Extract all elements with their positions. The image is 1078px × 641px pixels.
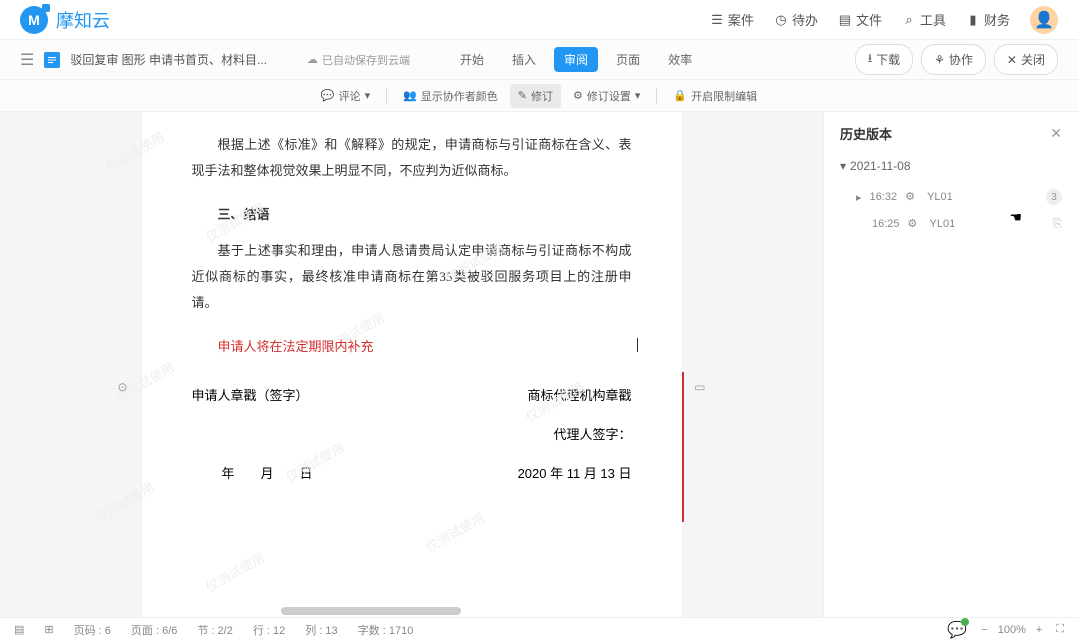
chat-icon[interactable]: 💬 xyxy=(947,620,967,640)
date-filled: 2020 年 11 月 13 日 xyxy=(518,463,632,482)
comment-button[interactable]: 💬评论▾ xyxy=(313,84,378,108)
revision-comment-icon[interactable]: ▭ xyxy=(694,380,705,394)
watermark: 仅测试使用 xyxy=(201,547,267,596)
signature-row: 申请人章戳（签字） 商标代理机构章戳 xyxy=(192,385,632,404)
zoom-in-button[interactable]: + xyxy=(1032,624,1046,636)
watermark: 仅测试使用 xyxy=(421,507,487,556)
outline-icon[interactable]: ▤ xyxy=(14,623,24,636)
user-icon: ⚙ xyxy=(905,190,919,204)
logo[interactable]: M 摩知云 xyxy=(20,6,110,34)
status-col: 列 : 13 xyxy=(305,622,337,638)
tab-start[interactable]: 开始 xyxy=(450,47,494,72)
avatar[interactable]: 👤 xyxy=(1030,6,1058,34)
main-area: 仅测试使用 仅测试使用 仅测试使用 仅测试使用 仅测试使用 仅测试使用 仅测试使… xyxy=(0,112,1078,625)
download-icon: ⭳ xyxy=(868,49,872,70)
date-blank: 年 月 日 xyxy=(222,463,313,482)
paragraph: 基于上述事实和理由，申请人恳请贵局认定申请商标与引证商标不构成近似商标的事实，最… xyxy=(192,238,632,316)
collab-button[interactable]: ⚘协作 xyxy=(921,44,986,75)
status-page-no: 页码 : 6 xyxy=(74,622,111,638)
tab-page[interactable]: 页面 xyxy=(606,47,650,72)
chevron-down-icon: ▾ xyxy=(365,89,371,102)
status-row: 行 : 12 xyxy=(253,622,285,638)
panel-title: 历史版本 xyxy=(840,124,892,143)
top-nav: M 摩知云 ☰案件 ◷待办 ▤文件 ⌕工具 ▮财务 👤 xyxy=(0,0,1078,40)
revision-button[interactable]: ✎修订 xyxy=(510,84,561,108)
document-page: 仅测试使用 仅测试使用 仅测试使用 仅测试使用 仅测试使用 仅测试使用 仅测试使… xyxy=(142,112,682,625)
download-button[interactable]: ⭳下载 xyxy=(855,44,913,75)
doc-toolbar: ☰ 驳回复审 图形 申请书首页、材料目... ☁ 已自动保存到云端 开始 插入 … xyxy=(0,40,1078,80)
nav-cases[interactable]: ☰案件 xyxy=(710,10,754,29)
status-bar: ▤ ⊞ 页码 : 6 页面 : 6/6 节 : 2/2 行 : 12 列 : 1… xyxy=(0,617,1078,641)
restrict-edit-button[interactable]: 🔒开启限制编辑 xyxy=(665,84,765,108)
chevron-down-icon: ▾ xyxy=(635,89,641,102)
finance-icon: ▮ xyxy=(966,13,980,27)
watermark: 仅测试使用 xyxy=(91,477,157,526)
panel-close-button[interactable]: ✕ xyxy=(1050,125,1062,142)
tracked-insert[interactable]: 申请人将在法定期限内补充 xyxy=(192,336,632,355)
save-status: ☁ 已自动保存到云端 xyxy=(307,52,410,68)
fullscreen-icon[interactable]: ⛶ xyxy=(1056,623,1064,636)
logo-icon: M xyxy=(20,6,48,34)
close-icon: ✕ xyxy=(1007,53,1017,67)
history-date-group[interactable]: ▾ 2021-11-08 xyxy=(840,159,1062,173)
revision-change-bar xyxy=(682,372,684,522)
menu-icon[interactable]: ☰ xyxy=(20,50,34,70)
revision-marker-icon[interactable]: ⊙ xyxy=(118,380,128,394)
search-icon: ⌕ xyxy=(902,13,916,27)
show-color-button[interactable]: 👥显示协作者颜色 xyxy=(395,84,506,108)
version-count-badge: 3 xyxy=(1046,189,1062,205)
tab-efficiency[interactable]: 效率 xyxy=(658,47,702,72)
chevron-down-icon: ▾ xyxy=(840,159,846,173)
nav-files[interactable]: ▤文件 xyxy=(838,10,882,29)
doc-type-icon xyxy=(44,52,60,68)
cloud-icon: ☁ xyxy=(307,53,318,66)
tab-review[interactable]: 审阅 xyxy=(554,47,598,72)
status-section: 节 : 2/2 xyxy=(197,622,232,638)
agency-signature: 商标代理机构章戳 xyxy=(527,385,631,404)
tab-insert[interactable]: 插入 xyxy=(502,47,546,72)
history-panel: 历史版本 ✕ ▾ 2021-11-08 ☚ ▸ 16:32 ⚙ YL01 3 1… xyxy=(823,112,1078,625)
file-icon: ▤ xyxy=(838,13,852,27)
paragraph: 根据上述《标准》和《解释》的规定，申请商标与引证商标在含义、表现手法和整体视觉效… xyxy=(192,132,632,184)
app-name: 摩知云 xyxy=(56,7,110,33)
document-viewport[interactable]: 仅测试使用 仅测试使用 仅测试使用 仅测试使用 仅测试使用 仅测试使用 仅测试使… xyxy=(0,112,823,625)
scrollbar-thumb[interactable] xyxy=(281,607,461,615)
chevron-right-icon: ▸ xyxy=(856,191,862,204)
revision-icon: ✎ xyxy=(518,89,527,102)
restore-icon[interactable]: ⎘ xyxy=(1053,218,1062,231)
collab-icon: ⚘ xyxy=(934,53,945,67)
lock-icon: 🔒 xyxy=(673,89,687,102)
user-color-icon: 👥 xyxy=(403,89,417,102)
user-icon: ⚙ xyxy=(908,217,922,231)
zoom-control: − 100% + xyxy=(977,624,1046,636)
nav-todo[interactable]: ◷待办 xyxy=(774,10,818,29)
status-page: 页面 : 6/6 xyxy=(131,622,177,638)
zoom-out-button[interactable]: − xyxy=(977,624,991,636)
doc-tabs: 开始 插入 审阅 页面 效率 xyxy=(450,47,702,72)
applicant-signature: 申请人章戳（签字） xyxy=(192,385,309,404)
status-words: 字数 : 1710 xyxy=(358,622,414,638)
horizontal-scrollbar[interactable] xyxy=(55,607,808,617)
section-heading: 三、结语 xyxy=(192,204,632,223)
agent-signature: 代理人签字： xyxy=(553,424,631,443)
stack-icon: ☰ xyxy=(710,13,724,27)
nav-finance[interactable]: ▮财务 xyxy=(966,10,1010,29)
settings-icon: ⚙ xyxy=(573,89,583,102)
doc-title: 驳回复审 图形 申请书首页、材料目... xyxy=(70,51,267,68)
revision-settings-button[interactable]: ⚙修订设置▾ xyxy=(565,84,648,108)
close-button[interactable]: ✕关闭 xyxy=(994,44,1058,75)
grid-icon[interactable]: ⊞ xyxy=(44,623,53,636)
watermark: 仅测试使用 xyxy=(101,127,167,176)
clock-icon: ◷ xyxy=(774,13,788,27)
comment-icon: 💬 xyxy=(321,89,335,102)
version-item[interactable]: ▸ 16:32 ⚙ YL01 3 xyxy=(840,183,1062,211)
zoom-level: 100% xyxy=(998,624,1026,636)
sub-toolbar: 💬评论▾ 👥显示协作者颜色 ✎修订 ⚙修订设置▾ 🔒开启限制编辑 xyxy=(0,80,1078,112)
cursor-icon: ☚ xyxy=(1009,209,1022,226)
nav-tools[interactable]: ⌕工具 xyxy=(902,10,946,29)
version-item[interactable]: 16:25 ⚙ YL01 ⎘ xyxy=(840,211,1062,237)
